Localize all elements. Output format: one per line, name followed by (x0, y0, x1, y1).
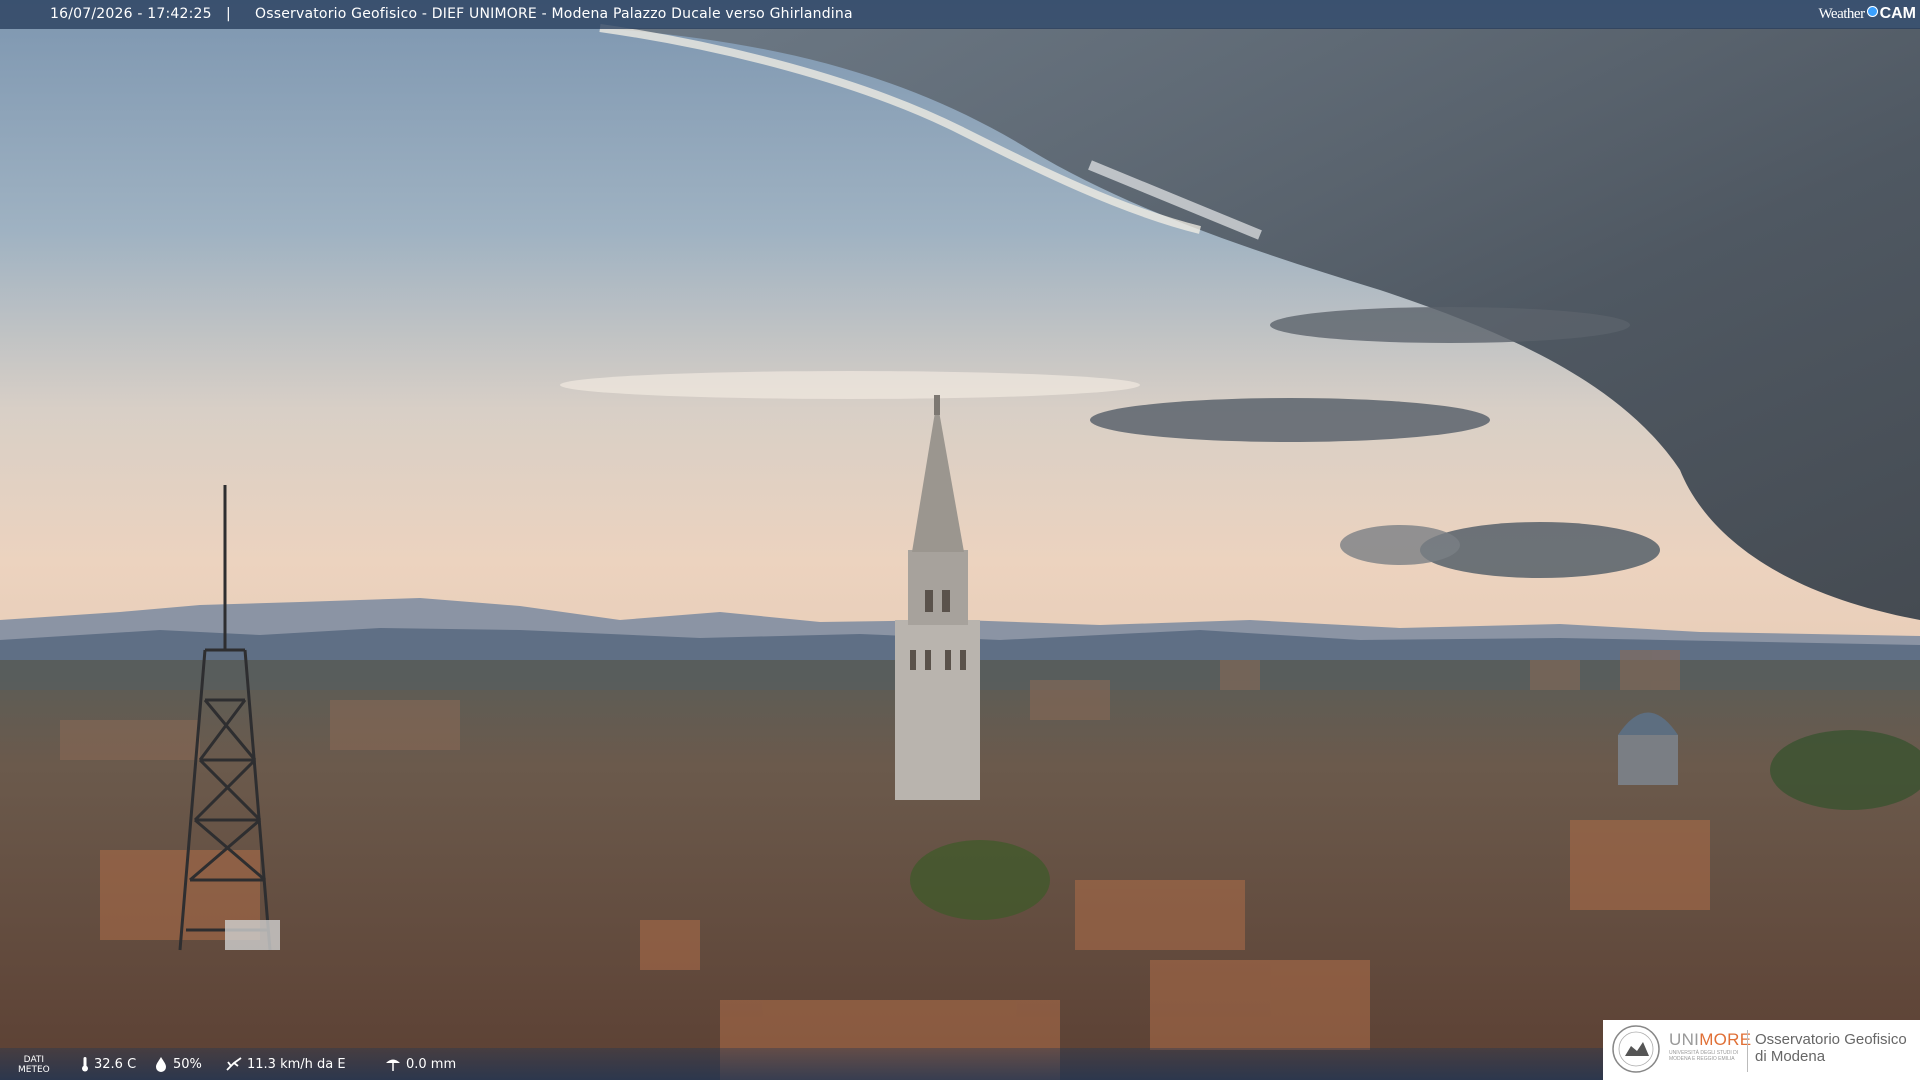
unimore-wordmark: UNIMORE (1669, 1030, 1751, 1050)
timestamp: 16/07/2026 - 17:42:25 (50, 6, 212, 22)
temperature-reading: 32.6 C (80, 1056, 136, 1072)
webcam-header-bar: 16/07/2026 - 17:42:25 | Osservatorio Geo… (0, 0, 1920, 29)
uni-prefix: UNI (1669, 1030, 1700, 1049)
unimore-subtitle: UNIVERSITÀ DEGLI STUDI DI MODENA E REGGI… (1669, 1050, 1739, 1062)
observatory-name: Osservatorio Geofisico di Modena (1755, 1031, 1907, 1065)
uni-suffix: MORE (1699, 1030, 1752, 1049)
observatory-line1: Osservatorio Geofisico (1755, 1031, 1907, 1048)
brand-cam: CAM (1879, 5, 1916, 22)
rain-gauge-icon (384, 1056, 402, 1072)
rain-reading: 0.0 mm (384, 1056, 456, 1072)
weather-label-line2: METEO (18, 1065, 50, 1075)
university-seal-icon (1612, 1025, 1660, 1073)
webcam-image (0, 0, 1920, 1080)
humidity-icon (153, 1056, 169, 1072)
header-separator: | (226, 6, 231, 22)
weather-data-label: DATI METEO (18, 1055, 50, 1075)
temperature-value: 32.6 C (94, 1056, 137, 1072)
brand-weather: Weather (1818, 5, 1865, 22)
rain-value: 0.0 mm (406, 1056, 457, 1072)
weather-label-line1: DATI (23, 1055, 45, 1065)
weather-data-bar: DATI METEO 32.6 C 50% 11.3 km/h da E 0.0… (0, 1048, 1610, 1080)
thermometer-icon (80, 1056, 90, 1072)
camera-title: Osservatorio Geofisico - DIEF UNIMORE - … (255, 6, 853, 22)
wind-reading: 11.3 km/h da E (225, 1056, 346, 1072)
observatory-line2: di Modena (1755, 1048, 1826, 1065)
logo-divider (1747, 1030, 1748, 1072)
wind-value: 11.3 km/h da E (247, 1056, 346, 1072)
humidity-reading: 50% (153, 1056, 202, 1072)
humidity-value: 50% (173, 1056, 202, 1072)
weathercam-logo: Weather CAM (1818, 2, 1916, 26)
unimore-logo: UNIMORE UNIVERSITÀ DEGLI STUDI DI MODENA… (1603, 1020, 1920, 1080)
wind-icon (225, 1056, 243, 1072)
brand-dot-icon (1866, 5, 1878, 17)
